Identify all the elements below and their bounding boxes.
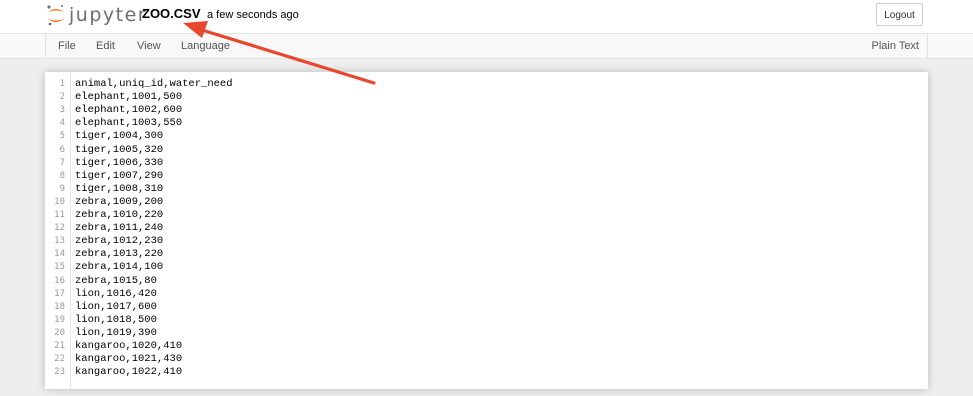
line-number: 23 [54, 367, 65, 378]
line-text[interactable]: tiger,1004,300 [75, 130, 163, 143]
text-editor[interactable]: 1 animal,uniq_id,water_need 2 elephant,1001… [45, 72, 928, 389]
editor-line[interactable]: 10 zebra,1009,200 [45, 196, 928, 209]
editor-line[interactable]: 22 kangaroo,1021,430 [45, 353, 928, 366]
editor-line[interactable]: 19 lion,1018,500 [45, 314, 928, 327]
line-number: 20 [54, 327, 65, 338]
line-number: 1 [59, 79, 65, 89]
editor-line[interactable]: 3 elephant,1002,600 [45, 104, 928, 117]
editor-line[interactable]: 20 lion,1019,390 [45, 327, 928, 340]
line-text[interactable]: lion,1018,500 [75, 314, 157, 327]
editor-line[interactable]: 23 kangaroo,1022,410 [45, 366, 928, 379]
line-number: 18 [54, 301, 65, 312]
line-text[interactable]: lion,1016,420 [75, 288, 157, 301]
editor-line[interactable]: 21 kangaroo,1020,410 [45, 340, 928, 353]
line-text[interactable]: zebra,1012,230 [75, 235, 163, 248]
editor-line[interactable]: 7 tiger,1006,330 [45, 157, 928, 170]
menu-edit[interactable]: Edit [96, 38, 115, 54]
line-text[interactable]: zebra,1014,100 [75, 261, 163, 274]
line-text[interactable]: zebra,1010,220 [75, 209, 163, 222]
menu-file[interactable]: File [58, 38, 76, 54]
line-text[interactable]: kangaroo,1022,410 [75, 366, 182, 379]
line-number: 8 [59, 170, 65, 181]
line-text[interactable]: zebra,1011,240 [75, 222, 163, 235]
line-number: 10 [54, 196, 65, 207]
line-number: 9 [59, 183, 65, 194]
header: jupyter ZOO.CSV a few seconds ago Logout [0, 0, 973, 33]
menubar: File Edit View Language Plain Text [45, 34, 928, 58]
line-number: 17 [54, 288, 65, 299]
jupyter-logo[interactable]: jupyter [46, 2, 147, 28]
editor-line[interactable]: 13 zebra,1012,230 [45, 235, 928, 248]
mode-indicator: Plain Text [871, 40, 920, 52]
logout-button[interactable]: Logout [876, 3, 923, 26]
line-text[interactable]: lion,1017,600 [75, 301, 157, 314]
jupyter-text-editor: jupyter ZOO.CSV a few seconds ago Logout… [0, 0, 973, 396]
line-number: 21 [54, 341, 65, 351]
line-text[interactable]: tiger,1006,330 [75, 157, 163, 170]
editor-line[interactable]: 4 elephant,1003,550 [45, 117, 928, 130]
editor-line[interactable]: 5 tiger,1004,300 [45, 130, 928, 143]
line-number: 22 [54, 354, 65, 365]
line-text[interactable]: elephant,1002,600 [75, 104, 182, 117]
editor-line[interactable]: 14 zebra,1013,220 [45, 248, 928, 261]
line-number: 3 [59, 105, 65, 116]
line-number: 13 [54, 236, 65, 247]
line-number: 4 [59, 118, 65, 129]
last-saved-status: a few seconds ago [207, 9, 299, 21]
line-text[interactable]: tiger,1005,320 [75, 144, 163, 157]
line-text[interactable]: tiger,1008,310 [75, 183, 163, 196]
editor-line[interactable]: 9 tiger,1008,310 [45, 183, 928, 196]
line-text[interactable]: zebra,1009,200 [75, 196, 163, 209]
line-number: 15 [54, 262, 65, 273]
menubar-container: File Edit View Language Plain Text [0, 33, 973, 59]
line-number: 5 [59, 131, 65, 142]
editor-line[interactable]: 15 zebra,1014,100 [45, 261, 928, 274]
editor-line[interactable]: 16 zebra,1015,80 [45, 275, 928, 288]
editor-line[interactable]: 12 zebra,1011,240 [45, 222, 928, 235]
line-text[interactable]: zebra,1015,80 [75, 275, 157, 288]
line-text[interactable]: animal,uniq_id,water_need [75, 78, 233, 91]
jupyter-logo-icon [46, 3, 66, 27]
editor-line[interactable]: 6 tiger,1005,320 [45, 144, 928, 157]
line-number: 12 [54, 223, 65, 234]
line-text[interactable]: elephant,1001,500 [75, 91, 182, 104]
line-number: 2 [59, 92, 65, 103]
line-text[interactable]: kangaroo,1021,430 [75, 353, 182, 366]
line-text[interactable]: zebra,1013,220 [75, 248, 163, 261]
editor-line[interactable]: 11 zebra,1010,220 [45, 209, 928, 222]
line-number: 19 [54, 314, 65, 325]
editor-line[interactable]: 17 lion,1016,420 [45, 288, 928, 301]
editor-line[interactable]: 8 tiger,1007,290 [45, 170, 928, 183]
logo-text: jupyter [69, 4, 148, 26]
file-name[interactable]: ZOO.CSV [142, 6, 201, 22]
line-text[interactable]: lion,1019,390 [75, 327, 157, 340]
line-number: 6 [59, 144, 65, 155]
line-text[interactable]: tiger,1007,290 [75, 170, 163, 183]
line-number: 11 [54, 210, 65, 220]
editor-line[interactable]: 1 animal,uniq_id,water_need [45, 78, 928, 91]
line-number: 16 [54, 275, 65, 286]
editor-line[interactable]: 2 elephant,1001,500 [45, 91, 928, 104]
line-text[interactable]: kangaroo,1020,410 [75, 340, 182, 353]
line-number: 14 [54, 249, 65, 260]
editor-line[interactable]: 18 lion,1017,600 [45, 301, 928, 314]
menu-language[interactable]: Language [181, 38, 230, 54]
line-number: 7 [59, 157, 65, 168]
line-text[interactable]: elephant,1003,550 [75, 117, 182, 130]
menu-view[interactable]: View [137, 38, 161, 54]
